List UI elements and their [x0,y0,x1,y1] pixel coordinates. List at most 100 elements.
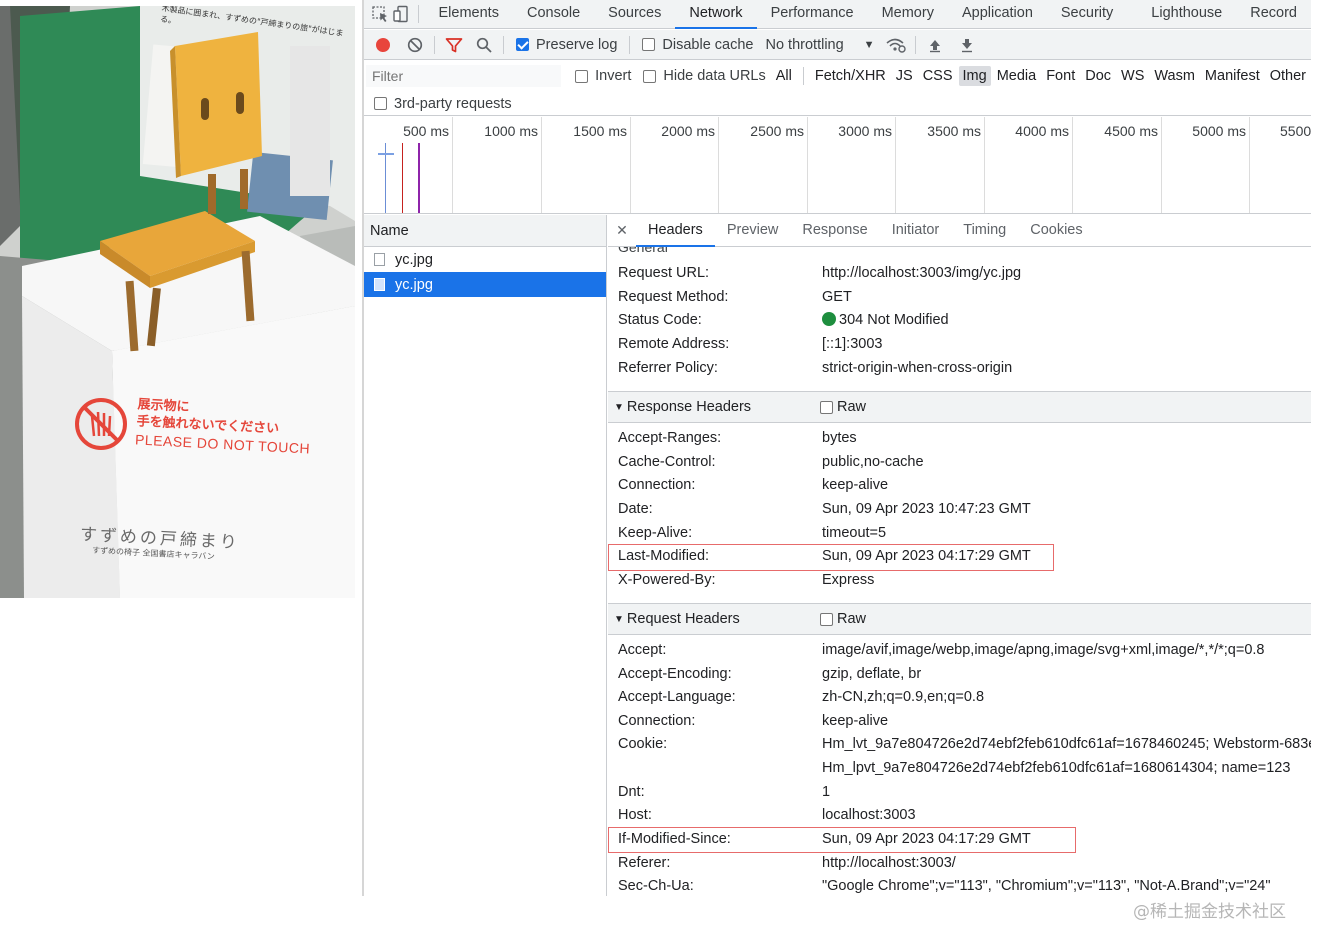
tick-label: 3000 ms [838,123,892,139]
tab-initiator[interactable]: Initiator [880,215,952,247]
toolbar-separator [629,35,631,54]
tick-label: 1500 ms [573,123,627,139]
search-icon[interactable] [471,32,497,58]
hide-data-urls-check[interactable] [643,69,657,83]
type-filter-other[interactable]: Other [1266,66,1310,86]
type-filter-manifest[interactable]: Manifest [1201,66,1264,86]
tab-network[interactable]: Network [675,0,757,29]
third-party-checkbox[interactable]: 3rd-party requests [364,92,1311,116]
image-file-icon [374,278,385,291]
toolbar-separator [503,35,504,54]
export-har-icon[interactable] [954,32,980,58]
tab-timing[interactable]: Timing [951,215,1018,247]
header-key: Cookie: [618,736,668,752]
devtools-tab-bar: Elements Console Sources Network Perform… [364,0,1311,29]
type-filter-font[interactable]: Font [1042,66,1079,86]
throttling-select[interactable]: No throttling [765,37,843,53]
timeline-tick: 5500 [1250,117,1311,213]
tab-headers[interactable]: Headers [636,215,715,247]
raw-label: Raw [837,399,867,415]
header-value: strict-origin-when-cross-origin [822,360,1013,376]
header-value: gzip, deflate, br [822,666,922,682]
record-icon[interactable] [370,32,396,58]
network-toolbar: Preserve log Disable cache No throttling… [364,30,1311,60]
name-column-header[interactable]: Name [364,215,606,247]
tab-application[interactable]: Application [948,0,1047,29]
timeline-tick: 1000 ms [453,117,542,213]
type-filter-js[interactable]: JS [892,66,917,86]
disable-cache-checkbox[interactable]: Disable cache [642,37,753,53]
disable-cache-check[interactable] [642,38,656,51]
type-filter-all[interactable]: All [772,66,796,86]
tab-security[interactable]: Security [1047,0,1127,29]
raw-checkbox[interactable]: Raw [820,399,866,415]
type-filter-ws[interactable]: WS [1117,66,1148,86]
tab-preview[interactable]: Preview [715,215,791,247]
section-title: ▼ Request Headers [614,611,740,627]
invert-check[interactable] [575,69,589,83]
triangle-down-icon: ▼ [614,614,624,625]
third-party-check[interactable] [374,97,387,110]
header-key: Accept: [618,642,667,658]
header-key: Referrer Policy: [618,360,718,376]
raw-check[interactable] [820,400,833,414]
tab-elements[interactable]: Elements [425,0,513,29]
device-toolbar-icon[interactable] [391,1,412,27]
tab-response[interactable]: Response [790,215,879,247]
network-conditions-icon[interactable] [883,32,909,58]
timeline-overview[interactable]: 500 ms 1000 ms 1500 ms 2000 ms 2500 ms 3… [364,117,1311,214]
hide-data-urls-checkbox[interactable]: Hide data URLs [643,68,766,84]
type-filter-fetch-xhr[interactable]: Fetch/XHR [811,66,890,86]
close-icon[interactable]: ✕ [608,222,636,239]
request-row[interactable]: yc.jpg [364,247,606,272]
preserve-log-check[interactable] [516,38,529,51]
filter-input[interactable] [366,65,562,87]
filter-icon[interactable] [441,32,467,58]
tick-label: 5000 ms [1192,123,1246,139]
header-value: 1 [822,784,831,800]
tab-memory[interactable]: Memory [868,0,948,29]
invert-checkbox[interactable]: Invert [575,68,631,84]
tick-label: 1000 ms [484,123,538,139]
timeline-tick: 1500 ms [542,117,631,213]
type-filter-doc[interactable]: Doc [1081,66,1115,86]
raw-check[interactable] [820,612,833,626]
toolbar-separator [434,35,435,54]
type-separator [802,67,804,85]
header-key: Request URL: [618,265,710,281]
filter-bar: Invert Hide data URLs All Fetch/XHR JS C… [364,61,1311,91]
header-key: Status Code: [618,312,702,328]
toolbar-separator [914,35,916,54]
request-headers-section[interactable]: ▼ Request Headers Raw [608,603,1311,635]
raw-label: Raw [837,611,867,627]
dom-content-loaded-line [418,143,420,213]
tab-performance[interactable]: Performance [757,0,868,29]
type-filter-wasm[interactable]: Wasm [1150,66,1199,86]
header-key: Keep-Alive: [618,525,693,541]
inspect-element-icon[interactable] [370,1,391,27]
clear-icon[interactable] [402,32,428,58]
import-har-icon[interactable] [922,32,948,58]
chair-photo-illustration [0,6,355,598]
tab-console[interactable]: Console [513,0,594,29]
type-filter-img[interactable]: Img [958,66,991,86]
tab-recorder[interactable]: Record [1236,0,1311,29]
tab-sources[interactable]: Sources [594,0,675,29]
tick-label: 2000 ms [661,123,715,139]
response-headers-title: Response Headers [626,399,752,415]
type-filter-media[interactable]: Media [993,66,1041,86]
preserve-log-checkbox[interactable]: Preserve log [516,37,617,53]
tick-label: 500 ms [403,123,449,139]
raw-checkbox[interactable]: Raw [820,611,866,627]
disable-cache-label: Disable cache [662,36,754,53]
type-filter-css[interactable]: CSS [919,66,957,86]
preserve-log-label: Preserve log [536,36,618,53]
chevron-down-icon[interactable]: ▼ [864,39,875,51]
tab-lighthouse[interactable]: Lighthouse [1137,0,1236,29]
response-headers-section[interactable]: ▼ Response Headers Raw [608,391,1311,423]
header-key: Accept-Encoding: [618,666,732,682]
timeline-tick: 4000 ms [985,117,1073,213]
status-value: 304 Not Modified [822,312,949,328]
request-row-selected[interactable]: yc.jpg [364,272,606,297]
tab-cookies[interactable]: Cookies [1018,215,1094,247]
